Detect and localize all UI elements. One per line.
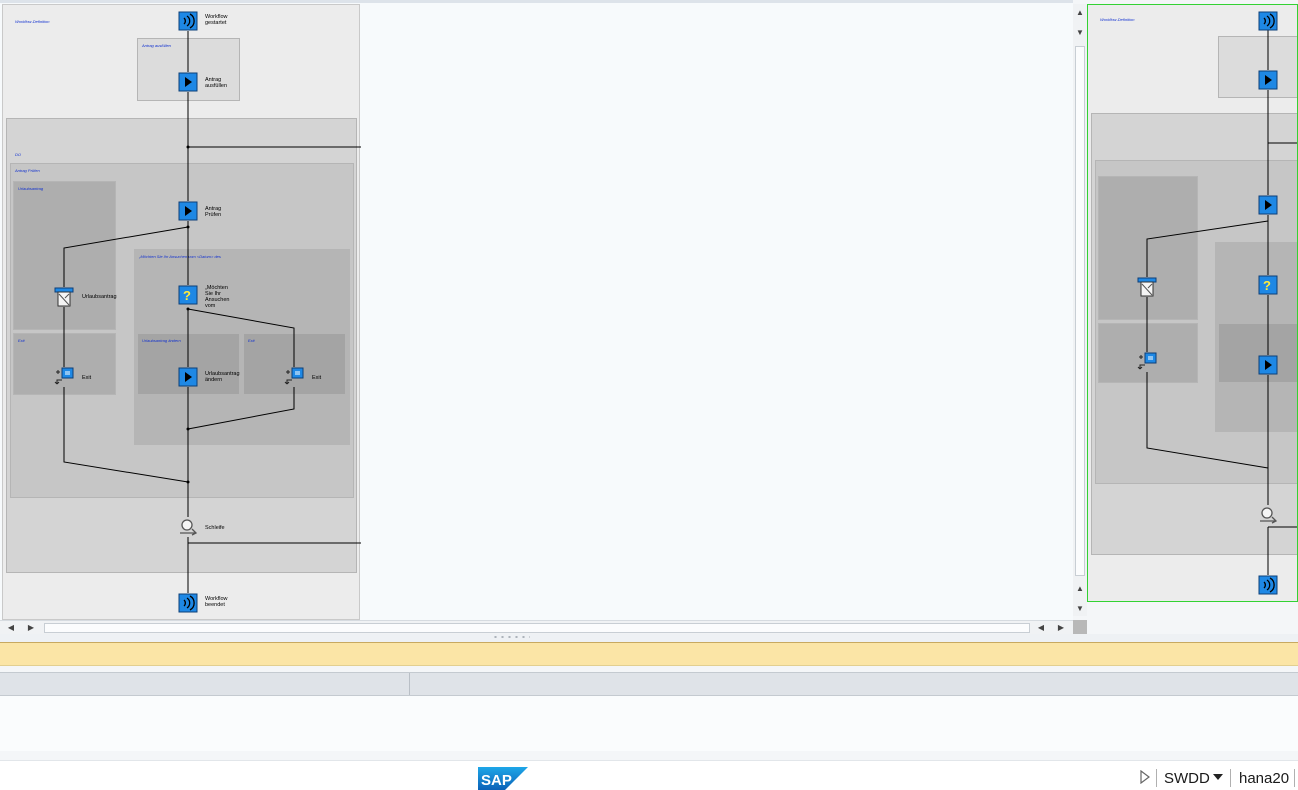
server-name: hana20 — [1239, 770, 1290, 787]
step-label-check: Antrag Prüfen — [205, 206, 222, 218]
step-label-exit-right: Exit — [312, 375, 322, 381]
container-op-icon[interactable] — [284, 367, 304, 387]
sap-logo: SAP — [478, 767, 528, 790]
dropdown-icon[interactable] — [1213, 774, 1223, 781]
step-label-form: Urlaubsantrag — [82, 294, 117, 300]
workflow-graphic[interactable]: Workflow-Definition Antrag ausfüllen DO … — [2, 4, 361, 620]
vertical-scrollbar[interactable]: ▲ ▼ ▲ ▼ — [1073, 4, 1087, 616]
svg-text:?: ? — [183, 288, 191, 303]
activity-icon — [1258, 355, 1278, 375]
scroll-right-icon[interactable]: ▶ — [1056, 623, 1066, 633]
event-icon[interactable] — [178, 593, 198, 613]
event-icon[interactable] — [178, 11, 198, 31]
scroll-down-icon[interactable]: ▼ — [1075, 28, 1085, 38]
splitter-grip-icon[interactable] — [492, 635, 530, 639]
status-bar: SAP SWDD hana20 — [0, 760, 1298, 790]
status-separator — [1294, 769, 1295, 787]
activity-icon[interactable] — [178, 367, 198, 387]
scroll-left-icon[interactable]: ◀ — [1036, 623, 1046, 633]
scroll-up-icon[interactable]: ▲ — [1075, 8, 1085, 18]
step-label-change: Urlaubsantrag ändern — [205, 371, 240, 383]
step-label-exit-left: Exit — [82, 375, 92, 381]
event-icon — [1258, 575, 1278, 595]
svg-text:?: ? — [1263, 278, 1271, 293]
horizontal-scroll-track[interactable] — [44, 623, 1030, 633]
step-label-question: „Möchten Sie Ihr Ansuchen vom — [205, 285, 230, 309]
overview-panel[interactable]: Workflow-Definition ? — [1087, 4, 1298, 602]
question-icon: ? — [1258, 275, 1278, 295]
activity-icon[interactable] — [178, 201, 198, 221]
horizontal-scrollbar[interactable]: ◀ ▶ ◀ ▶ — [0, 620, 1073, 634]
scroll-right-icon[interactable]: ▶ — [26, 623, 36, 633]
loop-icon — [1260, 507, 1278, 524]
step-label-fill: Antrag ausfüllen — [205, 77, 228, 89]
scroll-down-icon[interactable]: ▼ — [1075, 604, 1085, 614]
scroll-corner — [1073, 620, 1087, 634]
status-separator — [1156, 769, 1157, 787]
lower-header-cell — [0, 673, 410, 695]
vertical-scroll-track[interactable] — [1075, 46, 1085, 576]
scroll-up-icon[interactable]: ▲ — [1075, 584, 1085, 594]
play-icon[interactable] — [1139, 770, 1151, 784]
activity-icon — [1258, 70, 1278, 90]
step-label-end: Workflow beendet — [205, 596, 228, 608]
activity-icon — [1258, 195, 1278, 215]
form-icon — [1137, 277, 1157, 297]
event-icon — [1258, 11, 1278, 31]
lower-panel — [0, 696, 1298, 751]
lower-header — [0, 672, 1298, 696]
container-op-icon[interactable] — [54, 367, 74, 387]
message-bar — [0, 642, 1298, 666]
splitter[interactable] — [0, 634, 1298, 642]
step-label-start: Workflow gestartet — [205, 14, 228, 26]
activity-icon[interactable] — [178, 72, 198, 92]
step-label-loop: Schleife — [205, 525, 225, 531]
container-op-icon — [1137, 352, 1157, 370]
status-separator — [1230, 769, 1231, 787]
loop-icon[interactable] — [178, 517, 198, 537]
form-icon[interactable] — [54, 287, 74, 307]
system-id: SWDD — [1164, 770, 1210, 787]
svg-text:SAP: SAP — [481, 772, 512, 789]
question-icon[interactable]: ? — [178, 285, 198, 305]
scroll-left-icon[interactable]: ◀ — [6, 623, 16, 633]
